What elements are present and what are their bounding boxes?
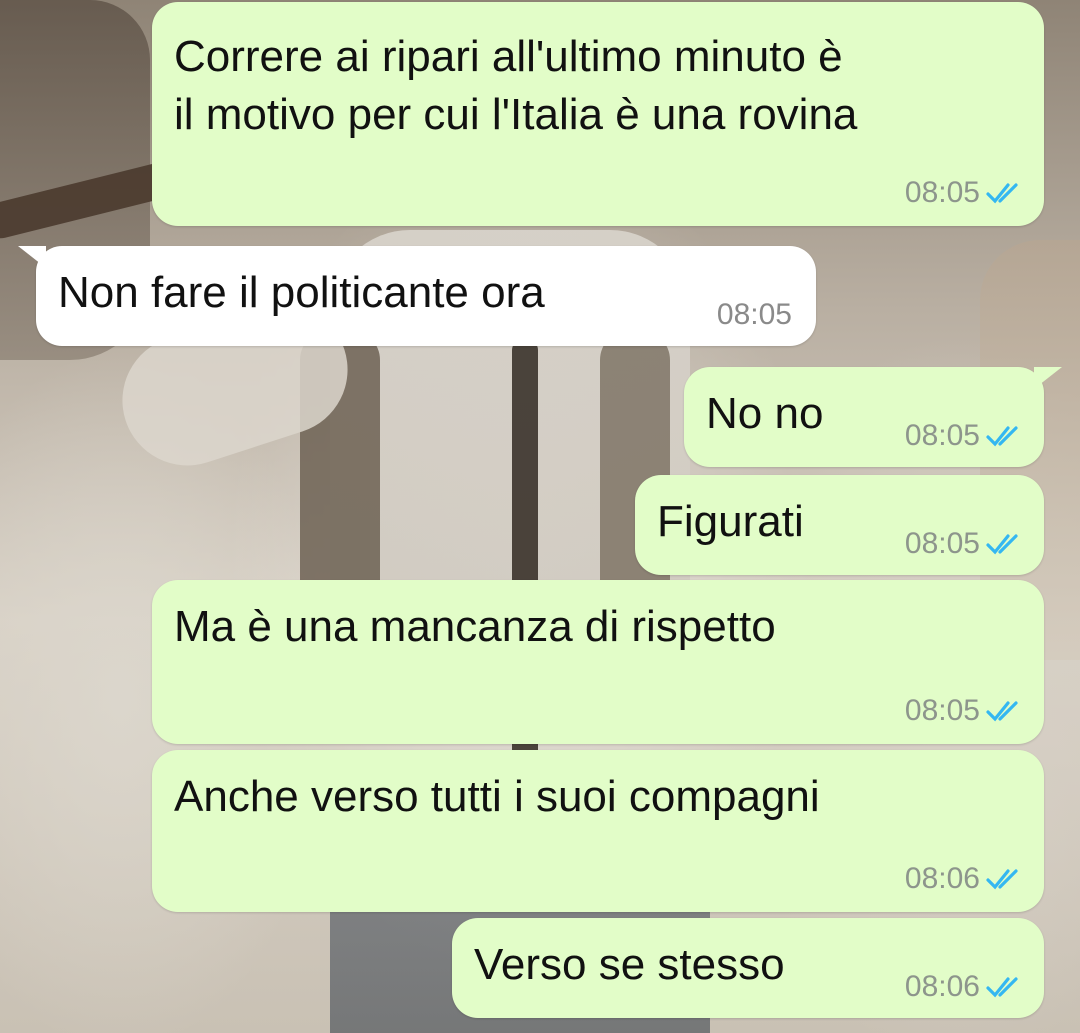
message-bubble-outgoing[interactable]: Ma è una mancanza di rispetto 08:05 (152, 580, 1044, 744)
message-text: Anche verso tutti i suoi compagni (174, 768, 820, 826)
double-check-read-icon (986, 869, 1018, 890)
message-bubble-outgoing[interactable]: Figurati 08:05 (635, 475, 1044, 575)
double-check-read-icon (986, 183, 1018, 204)
message-text: Ma è una mancanza di rispetto (174, 598, 776, 656)
message-meta: 08:05 (905, 694, 1026, 728)
bubble-tail (18, 246, 46, 268)
message-time: 08:05 (904, 419, 980, 452)
message-time: 08:05 (904, 694, 980, 727)
message-text-line: No no (706, 389, 824, 438)
message-text-line: il motivo per cui l'Italia è una rovina (174, 90, 858, 139)
message-meta: 08:05 (905, 527, 1026, 561)
message-meta: 08:05 (905, 176, 1026, 210)
message-meta: 08:06 (905, 970, 1026, 1004)
double-check-read-icon (986, 977, 1018, 998)
message-bubble-incoming[interactable]: Non fare il politicante ora 08:05 (18, 246, 816, 346)
message-bubble-outgoing[interactable]: Correre ai ripari all'ultimo minuto è il… (152, 2, 1044, 226)
message-text: Correre ai ripari all'ultimo minuto è il… (174, 28, 857, 144)
message-text: Verso se stesso (474, 936, 785, 994)
message-list[interactable]: Correre ai ripari all'ultimo minuto è il… (0, 0, 1080, 1033)
double-check-read-icon (986, 701, 1018, 722)
message-text-line: Correre ai ripari all'ultimo minuto è (174, 32, 843, 81)
message-bubble-outgoing[interactable]: Anche verso tutti i suoi compagni 08:06 (152, 750, 1044, 912)
message-bubble-outgoing[interactable]: Verso se stesso 08:06 (452, 918, 1044, 1018)
message-text-line: Non fare il politicante ora (58, 268, 545, 317)
message-text-line: Figurati (657, 497, 804, 546)
message-text-line: Ma è una mancanza di rispetto (174, 602, 776, 651)
double-check-read-icon (986, 534, 1018, 555)
message-time: 08:05 (904, 176, 980, 209)
message-time: 08:05 (716, 298, 792, 331)
double-check-read-icon (986, 426, 1018, 447)
message-bubble-outgoing[interactable]: No no 08:05 (684, 367, 1062, 467)
bubble-tail (1034, 367, 1062, 389)
message-text-line: Anche verso tutti i suoi compagni (174, 772, 820, 821)
message-time: 08:06 (904, 970, 980, 1003)
message-meta: 08:05 (717, 298, 792, 332)
message-time: 08:06 (904, 862, 980, 895)
message-time: 08:05 (904, 527, 980, 560)
message-meta: 08:05 (905, 419, 1026, 453)
message-text-line: Verso se stesso (474, 940, 785, 989)
message-text: Figurati (657, 493, 804, 551)
message-meta: 08:06 (905, 862, 1026, 896)
message-text: No no (706, 385, 823, 443)
message-text: Non fare il politicante ora (58, 264, 545, 322)
